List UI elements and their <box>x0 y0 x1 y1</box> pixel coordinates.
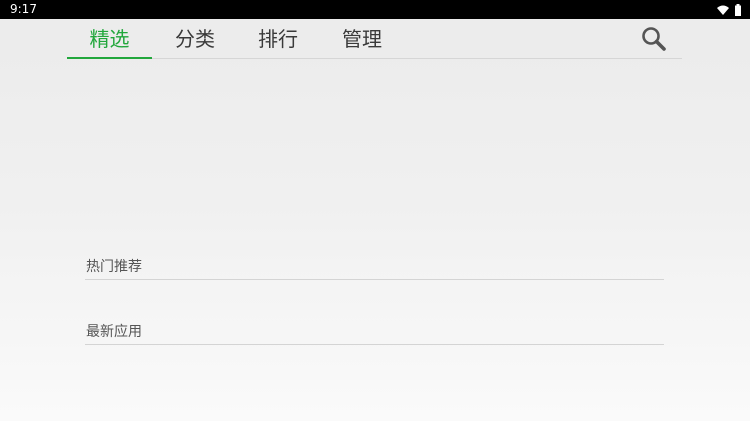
active-tab-indicator <box>67 57 152 59</box>
tab-category[interactable]: 分类 <box>161 19 229 58</box>
search-icon <box>642 27 666 51</box>
section-hot-recommend: 热门推荐 <box>85 252 664 280</box>
status-icons <box>717 3 741 16</box>
status-time: 9:17 <box>10 2 37 16</box>
tab-bar: 精选 分类 排行 管理 <box>67 19 682 59</box>
tab-ranking[interactable]: 排行 <box>244 19 312 58</box>
tab-manage[interactable]: 管理 <box>328 19 396 58</box>
status-bar: 9:17 <box>0 0 750 19</box>
section-title: 最新应用 <box>86 324 142 340</box>
section-title: 热门推荐 <box>86 259 142 275</box>
section-latest-apps: 最新应用 <box>85 317 664 345</box>
search-button[interactable] <box>640 25 668 53</box>
tab-featured[interactable]: 精选 <box>67 19 152 58</box>
wifi-icon <box>717 5 729 15</box>
battery-icon <box>735 3 741 16</box>
